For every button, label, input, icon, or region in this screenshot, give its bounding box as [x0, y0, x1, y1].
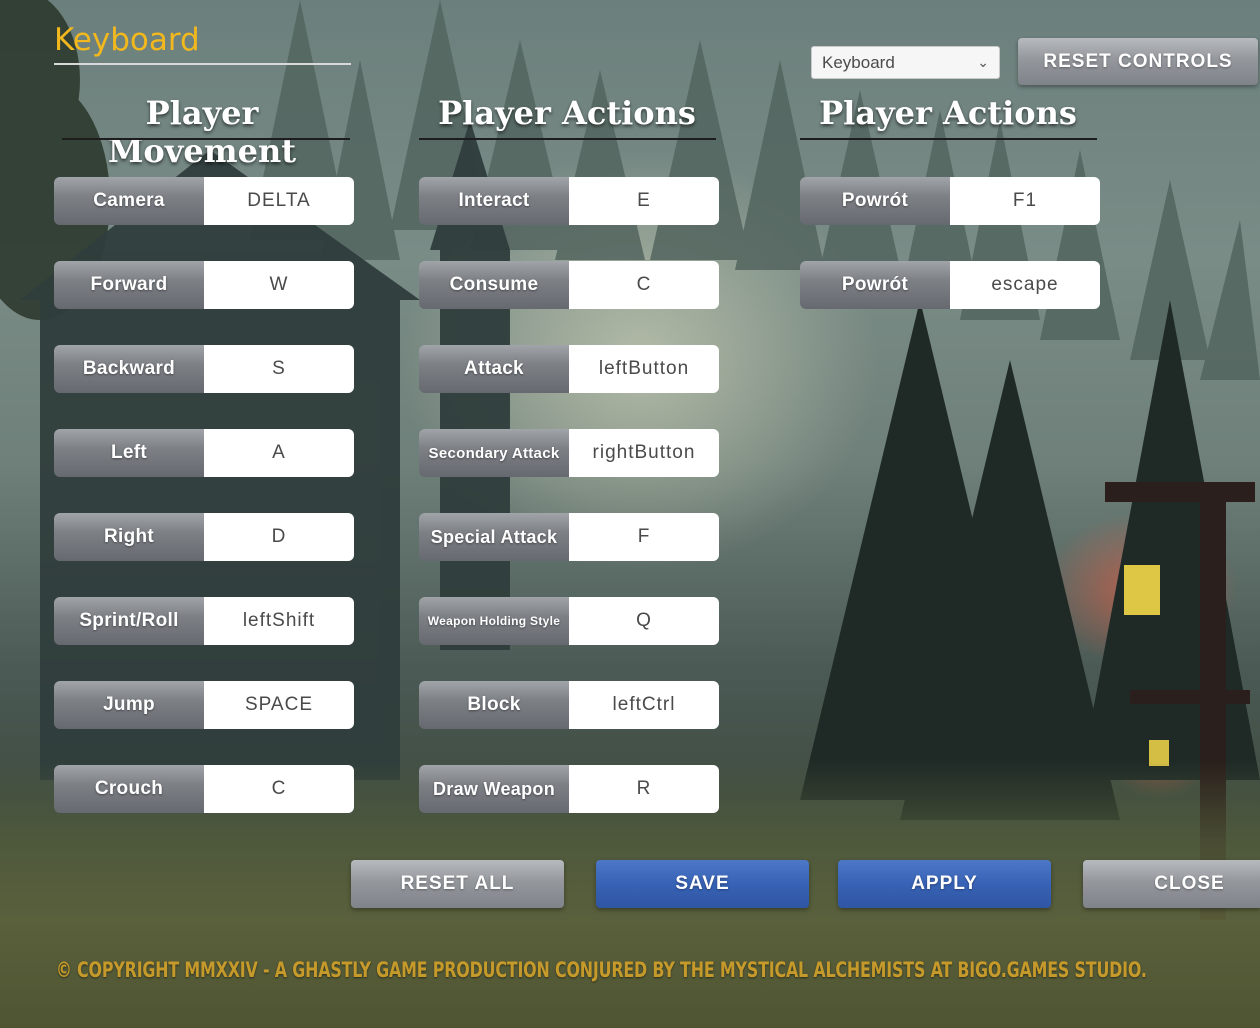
close-button[interactable]: CLOSE [1083, 860, 1260, 908]
binding-action-label: Interact [419, 177, 569, 225]
binding-row-crouch: Crouch C [54, 765, 354, 813]
binding-row-left: Left A [54, 429, 354, 477]
binding-row-backward: Backward S [54, 345, 354, 393]
binding-key-button[interactable]: C [569, 261, 719, 309]
binding-action-label: Block [419, 681, 569, 729]
binding-key-button[interactable]: leftCtrl [569, 681, 719, 729]
binding-action-label: Powrót [800, 261, 950, 309]
binding-row-special-attack: Special Attack F [419, 513, 719, 561]
binding-row-interact: Interact E [419, 177, 719, 225]
binding-row-block: Block leftCtrl [419, 681, 719, 729]
device-select-dropdown[interactable]: Keyboard ⌄ [811, 46, 1000, 79]
binding-action-label: Draw Weapon [419, 765, 569, 813]
binding-key-button[interactable]: E [569, 177, 719, 225]
binding-key-button[interactable]: escape [950, 261, 1100, 309]
binding-action-label: Crouch [54, 765, 204, 813]
tab-title-keyboard[interactable]: Keyboard [54, 22, 200, 58]
copyright-footer: © COPYRIGHT MMXXIV - A GHASTLY GAME PROD… [56, 958, 1147, 982]
binding-action-label: Camera [54, 177, 204, 225]
binding-row-camera: Camera DELTA [54, 177, 354, 225]
binding-row-secondary-attack: Secondary Attack rightButton [419, 429, 719, 477]
reset-all-button[interactable]: RESET ALL [351, 860, 564, 908]
save-button[interactable]: SAVE [596, 860, 809, 908]
binding-key-button[interactable]: leftShift [204, 597, 354, 645]
binding-action-label: Powrót [800, 177, 950, 225]
binding-row-weapon-holding-style: Weapon Holding Style Q [419, 597, 719, 645]
binding-row-draw-weapon: Draw Weapon R [419, 765, 719, 813]
binding-key-button[interactable]: R [569, 765, 719, 813]
binding-key-button[interactable]: rightButton [569, 429, 719, 477]
close-button-label: CLOSE [1154, 873, 1225, 894]
section-title-player-actions-2: Player Actions [819, 94, 1077, 132]
tab-underline [54, 63, 351, 65]
binding-key-button[interactable]: leftButton [569, 345, 719, 393]
section-divider [800, 138, 1097, 140]
binding-row-powrot-2: Powrót escape [800, 261, 1100, 309]
binding-action-label: Backward [54, 345, 204, 393]
binding-action-label: Forward [54, 261, 204, 309]
binding-row-sprint-roll: Sprint/Roll leftShift [54, 597, 354, 645]
section-divider [419, 138, 716, 140]
device-select-value: Keyboard [822, 52, 895, 72]
section-title-player-actions: Player Actions [438, 94, 696, 132]
binding-row-right: Right D [54, 513, 354, 561]
binding-row-consume: Consume C [419, 261, 719, 309]
binding-key-button[interactable]: Q [569, 597, 719, 645]
binding-action-label: Attack [419, 345, 569, 393]
binding-key-button[interactable]: S [204, 345, 354, 393]
reset-controls-button[interactable]: RESET CONTROLS [1018, 38, 1258, 85]
binding-key-button[interactable]: DELTA [204, 177, 354, 225]
binding-action-label: Left [54, 429, 204, 477]
binding-action-label: Weapon Holding Style [419, 597, 569, 645]
binding-action-label: Sprint/Roll [54, 597, 204, 645]
section-divider [62, 138, 350, 140]
binding-key-button[interactable]: F1 [950, 177, 1100, 225]
binding-action-label: Secondary Attack [419, 429, 569, 477]
apply-button[interactable]: APPLY [838, 860, 1051, 908]
binding-key-button[interactable]: SPACE [204, 681, 354, 729]
section-title-player-movement: Player Movement [108, 94, 296, 170]
chevron-down-icon: ⌄ [977, 54, 989, 70]
binding-action-label: Consume [419, 261, 569, 309]
binding-row-jump: Jump SPACE [54, 681, 354, 729]
binding-key-button[interactable]: A [204, 429, 354, 477]
binding-row-attack: Attack leftButton [419, 345, 719, 393]
binding-key-button[interactable]: F [569, 513, 719, 561]
binding-action-label: Special Attack [419, 513, 569, 561]
binding-row-forward: Forward W [54, 261, 354, 309]
binding-key-button[interactable]: D [204, 513, 354, 561]
binding-action-label: Jump [54, 681, 204, 729]
binding-action-label: Right [54, 513, 204, 561]
binding-key-button[interactable]: C [204, 765, 354, 813]
binding-row-powrot-1: Powrót F1 [800, 177, 1100, 225]
binding-key-button[interactable]: W [204, 261, 354, 309]
